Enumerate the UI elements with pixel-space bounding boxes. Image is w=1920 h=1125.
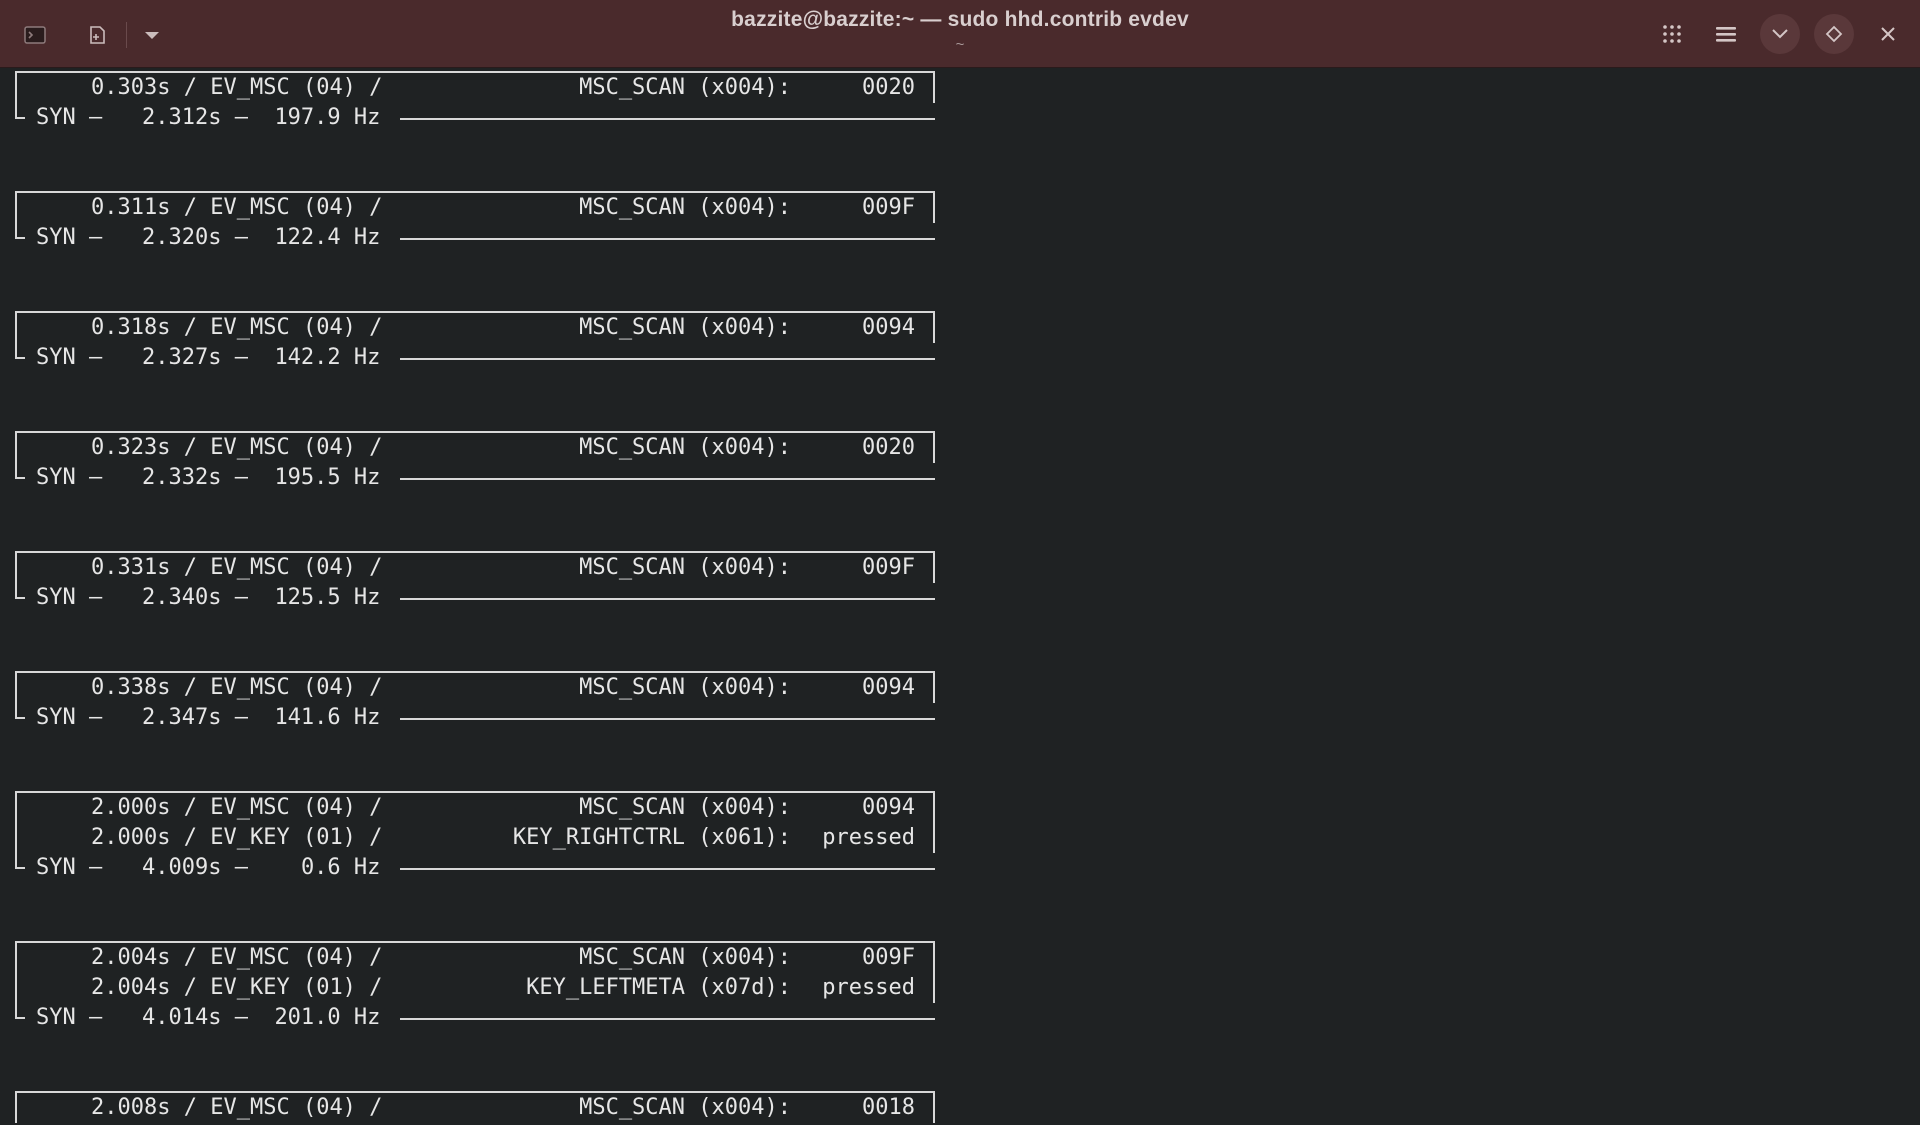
- event-value: pressed: [822, 975, 915, 1000]
- event-block: 0.323s / EV_MSC (04) / MSC_SCAN (x004): …: [15, 431, 935, 493]
- event-code: MSC_SCAN (x004):: [579, 945, 791, 970]
- event-value: 0020: [862, 75, 915, 100]
- diamond-icon: [1825, 25, 1843, 43]
- event-value: 009F: [862, 945, 915, 970]
- event-value: 0020: [862, 435, 915, 460]
- event-row: 0.323s / EV_MSC (04) / MSC_SCAN (x004): …: [17, 433, 933, 463]
- event-row: 2.004s / EV_KEY (01) / KEY_LEFTMETA (x07…: [17, 973, 933, 1003]
- syn-line: SYN — 2.340s — 125.5 Hz: [15, 583, 935, 613]
- close-button[interactable]: [1868, 14, 1908, 54]
- event-box: 2.004s / EV_MSC (04) / MSC_SCAN (x004): …: [15, 941, 935, 1003]
- event-row: 0.331s / EV_MSC (04) / MSC_SCAN (x004): …: [17, 553, 933, 583]
- syn-line: SYN — 2.327s — 142.2 Hz: [15, 343, 935, 373]
- syn-line: SYN — 2.312s — 197.9 Hz: [15, 103, 935, 133]
- close-icon: [1881, 27, 1895, 41]
- syn-line: SYN — 4.014s — 201.0 Hz: [15, 1003, 935, 1033]
- terminal-output[interactable]: 0.303s / EV_MSC (04) / MSC_SCAN (x004): …: [0, 68, 1920, 1125]
- event-code: MSC_SCAN (x004):: [579, 795, 791, 820]
- title-bar: bazzite@bazzite:~ — sudo hhd.contrib evd…: [0, 0, 1920, 68]
- event-row: 2.004s / EV_MSC (04) / MSC_SCAN (x004): …: [17, 943, 933, 973]
- event-code: KEY_RIGHTCTRL (x061):: [512, 825, 791, 850]
- grid-button[interactable]: [1652, 14, 1692, 54]
- syn-line: SYN — 2.320s — 122.4 Hz: [15, 223, 935, 253]
- event-row: 0.338s / EV_MSC (04) / MSC_SCAN (x004): …: [17, 673, 933, 703]
- event-row: 2.000s / EV_MSC (04) / MSC_SCAN (x004): …: [17, 793, 933, 823]
- event-time-type: 2.000s / EV_KEY (01) /: [91, 825, 383, 850]
- event-row: 2.000s / EV_KEY (01) / KEY_RIGHTCTRL (x0…: [17, 823, 933, 853]
- event-block: 2.008s / EV_MSC (04) / MSC_SCAN (x004): …: [15, 1091, 935, 1123]
- syn-line: SYN — 2.347s — 141.6 Hz: [15, 703, 935, 733]
- event-code: MSC_SCAN (x004):: [579, 1095, 791, 1120]
- event-value: 009F: [862, 555, 915, 580]
- event-block: 0.338s / EV_MSC (04) / MSC_SCAN (x004): …: [15, 671, 935, 733]
- event-block: 2.004s / EV_MSC (04) / MSC_SCAN (x004): …: [15, 941, 935, 1033]
- grid-icon: [1663, 25, 1681, 43]
- event-box: 0.338s / EV_MSC (04) / MSC_SCAN (x004): …: [15, 671, 935, 703]
- event-time-type: 0.311s / EV_MSC (04) /: [91, 195, 383, 220]
- event-code: MSC_SCAN (x004):: [579, 675, 791, 700]
- event-time-type: 0.323s / EV_MSC (04) /: [91, 435, 383, 460]
- event-code: MSC_SCAN (x004):: [579, 315, 791, 340]
- event-code: KEY_LEFTMETA (x07d):: [526, 975, 791, 1000]
- event-block: 0.318s / EV_MSC (04) / MSC_SCAN (x004): …: [15, 311, 935, 373]
- title-bar-right-controls: [1652, 14, 1908, 54]
- event-time-type: 0.303s / EV_MSC (04) /: [91, 75, 383, 100]
- event-block: 0.331s / EV_MSC (04) / MSC_SCAN (x004): …: [15, 551, 935, 613]
- event-time-type: 0.331s / EV_MSC (04) /: [91, 555, 383, 580]
- event-time-type: 2.004s / EV_KEY (01) /: [91, 975, 383, 1000]
- event-code: MSC_SCAN (x004):: [579, 435, 791, 460]
- event-row: 2.008s / EV_MSC (04) / MSC_SCAN (x004): …: [17, 1093, 933, 1123]
- window-title: bazzite@bazzite:~ — sudo hhd.contrib evd…: [731, 8, 1189, 31]
- event-block: 0.311s / EV_MSC (04) / MSC_SCAN (x004): …: [15, 191, 935, 253]
- hamburger-menu-icon: [1716, 27, 1736, 42]
- minimize-button[interactable]: [1760, 14, 1800, 54]
- event-box: 2.000s / EV_MSC (04) / MSC_SCAN (x004): …: [15, 791, 935, 853]
- maximize-button[interactable]: [1814, 14, 1854, 54]
- event-block: 0.303s / EV_MSC (04) / MSC_SCAN (x004): …: [15, 71, 935, 133]
- event-block: 2.000s / EV_MSC (04) / MSC_SCAN (x004): …: [15, 791, 935, 883]
- event-time-type: 2.000s / EV_MSC (04) /: [91, 795, 383, 820]
- event-box: 0.331s / EV_MSC (04) / MSC_SCAN (x004): …: [15, 551, 935, 583]
- event-code: MSC_SCAN (x004):: [579, 555, 791, 580]
- event-value: 0094: [862, 795, 915, 820]
- event-value: pressed: [822, 825, 915, 850]
- menu-button[interactable]: [1706, 14, 1746, 54]
- event-box: 0.323s / EV_MSC (04) / MSC_SCAN (x004): …: [15, 431, 935, 463]
- event-box: 2.008s / EV_MSC (04) / MSC_SCAN (x004): …: [15, 1091, 935, 1123]
- event-value: 0094: [862, 315, 915, 340]
- event-box: 0.303s / EV_MSC (04) / MSC_SCAN (x004): …: [15, 71, 935, 103]
- event-code: MSC_SCAN (x004):: [579, 195, 791, 220]
- event-value: 009F: [862, 195, 915, 220]
- window-subtitle: ~: [955, 36, 965, 53]
- event-time-type: 2.004s / EV_MSC (04) /: [91, 945, 383, 970]
- event-time-type: 0.318s / EV_MSC (04) /: [91, 315, 383, 340]
- event-row: 0.311s / EV_MSC (04) / MSC_SCAN (x004): …: [17, 193, 933, 223]
- event-time-type: 2.008s / EV_MSC (04) /: [91, 1095, 383, 1120]
- syn-line: SYN — 4.009s — 0.6 Hz: [15, 853, 935, 883]
- event-box: 0.311s / EV_MSC (04) / MSC_SCAN (x004): …: [15, 191, 935, 223]
- event-box: 0.318s / EV_MSC (04) / MSC_SCAN (x004): …: [15, 311, 935, 343]
- event-value: 0018: [862, 1095, 915, 1120]
- event-row: 0.303s / EV_MSC (04) / MSC_SCAN (x004): …: [17, 73, 933, 103]
- chevron-down-icon: [1772, 29, 1788, 39]
- event-time-type: 0.338s / EV_MSC (04) /: [91, 675, 383, 700]
- event-row: 0.318s / EV_MSC (04) / MSC_SCAN (x004): …: [17, 313, 933, 343]
- syn-line: SYN — 2.332s — 195.5 Hz: [15, 463, 935, 493]
- event-code: MSC_SCAN (x004):: [579, 75, 791, 100]
- event-value: 0094: [862, 675, 915, 700]
